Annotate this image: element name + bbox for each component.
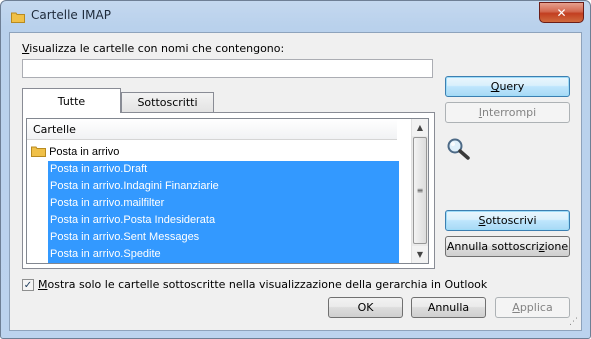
- tab-tutte[interactable]: Tutte: [22, 88, 121, 113]
- list-item[interactable]: Posta in arrivo.Posta Indesiderata: [48, 212, 399, 229]
- filter-label: Visualizza le cartelle con nomi che cont…: [22, 42, 285, 55]
- ok-button[interactable]: OK: [328, 297, 403, 318]
- dialog-body: Visualizza le cartelle con nomi che cont…: [9, 32, 582, 331]
- arrow-up-icon: ▲: [416, 123, 424, 132]
- title-bar[interactable]: Cartelle IMAP ✕: [1, 1, 590, 31]
- list-item[interactable]: Posta in arrivo.Sent Messages: [48, 229, 399, 246]
- list-item[interactable]: Posta in arrivo.Spedite: [48, 246, 399, 263]
- show-subscribed-only-label[interactable]: Mostra solo le cartelle sottoscritte nel…: [38, 278, 487, 291]
- scrollbar-thumb[interactable]: ≡: [413, 137, 427, 244]
- sottoscrivi-button[interactable]: Sottoscrivi: [445, 210, 570, 231]
- imap-folders-dialog: Cartelle IMAP ✕ Visualizza le cartelle c…: [0, 0, 591, 339]
- scroll-up-button[interactable]: ▲: [412, 119, 428, 136]
- scroll-down-button[interactable]: ▼: [412, 246, 428, 263]
- close-button[interactable]: ✕: [539, 2, 584, 23]
- annulla-button[interactable]: Annulla: [411, 297, 486, 318]
- show-subscribed-only-checkbox[interactable]: ✓: [22, 279, 34, 291]
- vertical-scrollbar[interactable]: ▲ ≡ ▼: [411, 119, 428, 263]
- filter-input[interactable]: [22, 59, 433, 78]
- applica-button[interactable]: Applica: [495, 297, 570, 318]
- interrompi-button[interactable]: Interrompi: [445, 102, 570, 123]
- tab-sottoscritti[interactable]: Sottoscritti: [121, 92, 214, 112]
- list-item[interactable]: Posta in arrivo.mailfilter: [48, 195, 399, 212]
- folder-list[interactable]: Cartelle Posta in arrivo Posta in arrivo…: [26, 118, 429, 264]
- query-button[interactable]: Query: [445, 76, 570, 97]
- close-icon: ✕: [556, 5, 567, 20]
- arrow-down-icon: ▼: [416, 250, 424, 259]
- list-item[interactable]: Posta in arrivo.Indagini Finanziarie: [48, 178, 399, 195]
- list-header-cartelle[interactable]: Cartelle: [27, 119, 397, 140]
- annulla-sottoscrizione-button[interactable]: Annulla sottoscrizione: [445, 236, 570, 257]
- resize-grip-icon[interactable]: ⋰: [569, 317, 578, 327]
- window-title: Cartelle IMAP: [31, 8, 111, 22]
- check-icon: ✓: [23, 279, 33, 291]
- list-item-root[interactable]: Posta in arrivo: [31, 144, 119, 161]
- folder-icon: [11, 12, 25, 23]
- grip-icon: ≡: [416, 186, 424, 195]
- list-item[interactable]: Posta in arrivo.Draft: [48, 161, 399, 178]
- folder-icon: [31, 146, 46, 157]
- search-icon: [447, 138, 470, 160]
